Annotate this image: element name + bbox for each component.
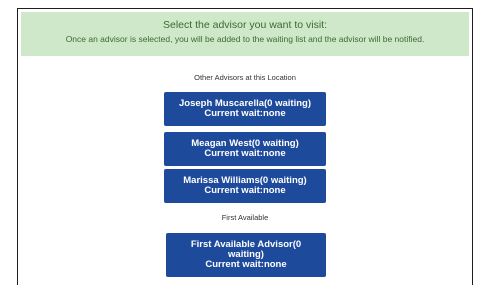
first-available-label: First Available — [221, 213, 269, 222]
advisor-selection-panel: Select the advisor you want to visit: On… — [17, 8, 473, 285]
advisor-wait: Current wait:none — [204, 185, 286, 196]
other-advisors-label: Other Advisors at this Location — [194, 73, 296, 82]
first-available-wait: Current wait:none — [205, 259, 287, 270]
first-available-advisor-button[interactable]: First Available Advisor(0 waiting) Curre… — [166, 233, 326, 277]
banner-title: Select the advisor you want to visit: — [163, 19, 327, 31]
banner-subtitle: Once an advisor is selected, you will be… — [65, 34, 425, 44]
advisor-wait: Current wait:none — [204, 108, 286, 119]
advisor-button-marissa-williams[interactable]: Marissa Williams(0 waiting) Current wait… — [164, 169, 326, 203]
advisor-wait: Current wait:none — [204, 148, 286, 159]
instruction-banner: Select the advisor you want to visit: On… — [21, 12, 469, 56]
advisor-button-joseph-muscarella[interactable]: Joseph Muscarella(0 waiting) Current wai… — [164, 92, 326, 126]
advisor-button-meagan-west[interactable]: Meagan West(0 waiting) Current wait:none — [164, 132, 326, 166]
